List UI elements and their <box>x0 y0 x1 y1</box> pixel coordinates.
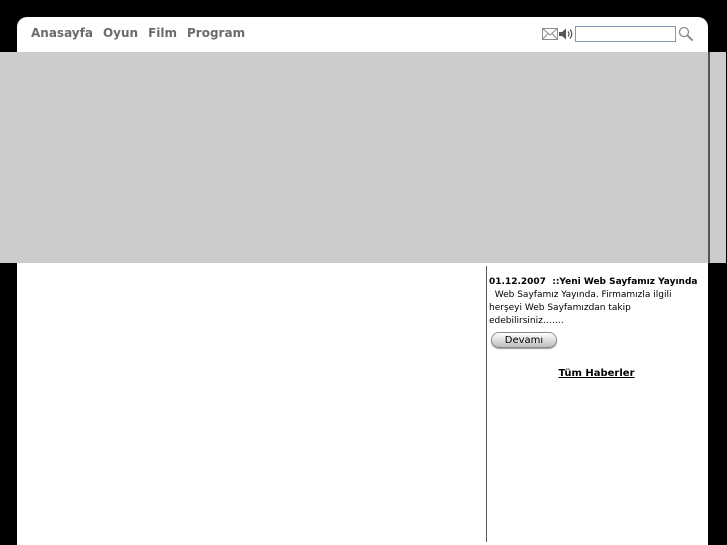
news-body-text: Web Sayfamız Yayında. Firmamızla ilgili … <box>489 290 672 326</box>
all-news-link[interactable]: Tüm Haberler <box>489 368 704 379</box>
sidebar-divider <box>486 266 487 542</box>
nav-item-program[interactable]: Program <box>187 26 245 41</box>
page-container: Anasayfa Oyun Film Program 01.12.2007::… <box>0 17 726 545</box>
nav-item-oyun[interactable]: Oyun <box>103 26 138 41</box>
news-body: Web Sayfamız Yayında. Firmamızla ilgili … <box>489 289 704 328</box>
speaker-icon[interactable] <box>558 26 574 42</box>
news-headline: 01.12.2007 ::Yeni Web Sayfamız Yayında <box>489 276 704 288</box>
read-more-button[interactable]: Devamı <box>491 332 557 348</box>
toolbar <box>542 26 694 42</box>
top-bar: Anasayfa Oyun Film Program <box>17 17 708 52</box>
nav-item-anasayfa[interactable]: Anasayfa <box>31 26 93 41</box>
mail-icon[interactable] <box>542 26 558 42</box>
banner-divider <box>708 52 710 263</box>
news-panel: 01.12.2007 ::Yeni Web Sayfamız Yayında W… <box>489 276 704 379</box>
nav-item-film[interactable]: Film <box>148 26 177 41</box>
news-date: 01.12.2007 <box>489 277 546 287</box>
search-icon[interactable] <box>678 26 694 42</box>
main-content <box>17 263 486 545</box>
search-input[interactable] <box>575 26 676 42</box>
news-title: Yeni Web Sayfamız Yayında <box>559 277 698 287</box>
header-banner <box>0 52 726 263</box>
main-nav: Anasayfa Oyun Film Program <box>31 26 245 41</box>
